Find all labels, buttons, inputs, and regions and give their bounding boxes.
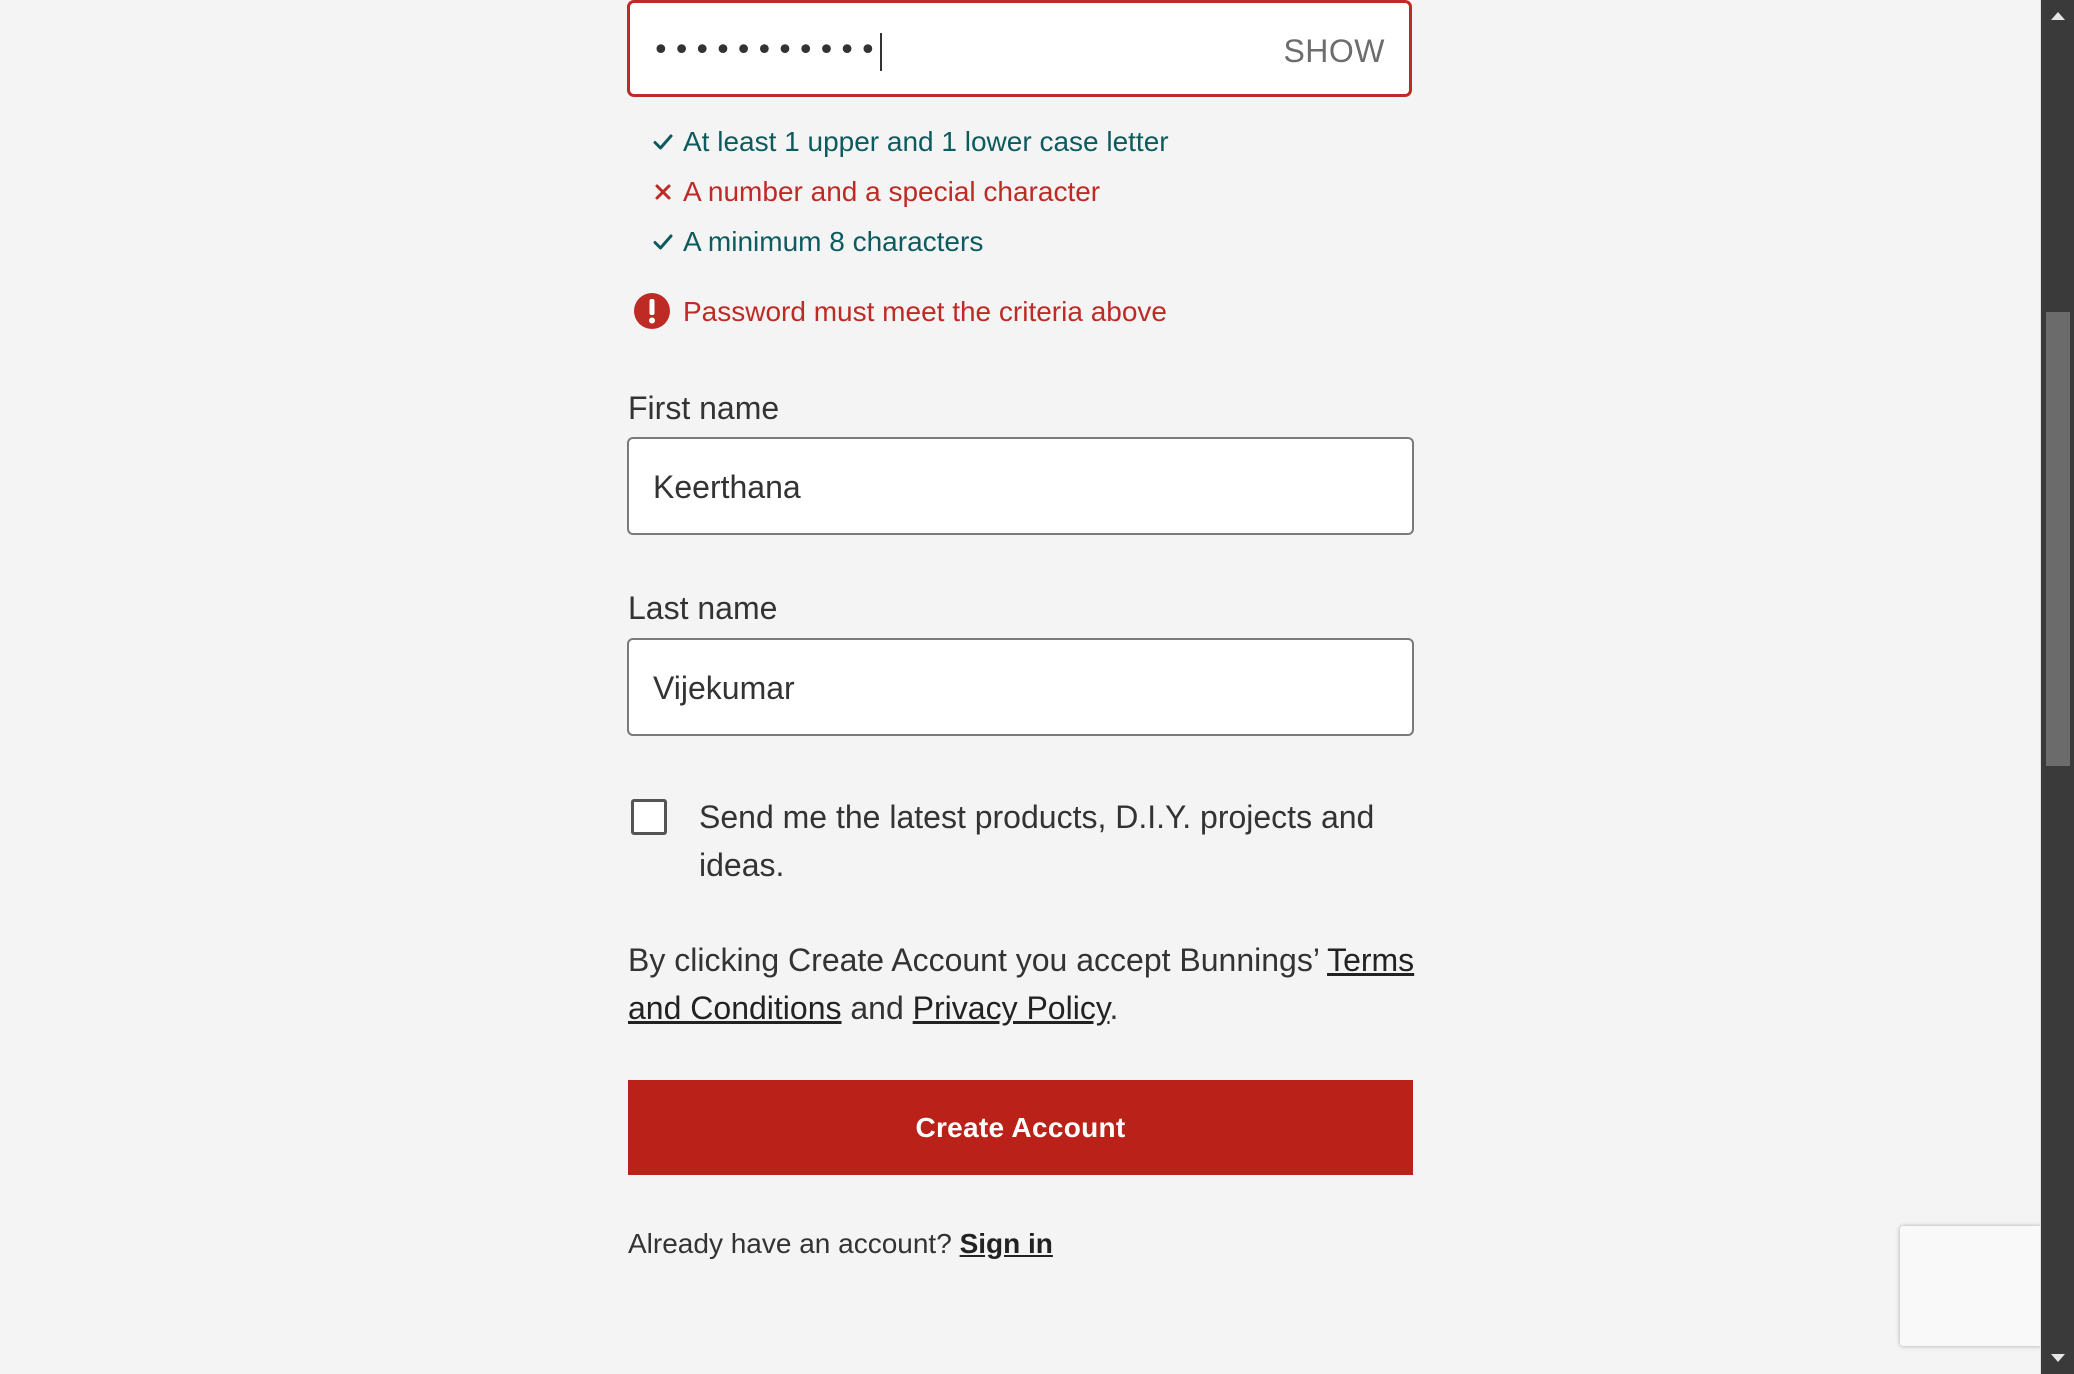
check-icon	[653, 134, 673, 150]
criteria-item: At least 1 upper and 1 lower case letter	[653, 122, 1393, 172]
criteria-text: At least 1 upper and 1 lower case letter	[683, 126, 1169, 157]
criteria-item: A minimum 8 characters	[653, 222, 1393, 272]
password-value: •••••••••••	[652, 29, 882, 73]
criteria-text: A minimum 8 characters	[683, 226, 984, 257]
scroll-down-arrow-icon[interactable]	[2041, 1344, 2074, 1374]
last-name-label: Last name	[628, 590, 778, 626]
create-account-button[interactable]: Create Account	[628, 1080, 1413, 1175]
last-name-field[interactable]: Vijekumar	[627, 638, 1414, 736]
first-name-field[interactable]: Keerthana	[627, 437, 1414, 535]
scroll-up-arrow-icon[interactable]	[2041, 0, 2074, 30]
signin-prompt: Already have an account? Sign in	[628, 1224, 1053, 1264]
password-error-text: Password must meet the criteria above	[683, 296, 1167, 327]
first-name-label: First name	[628, 390, 780, 426]
error-exclamation-icon	[634, 293, 670, 329]
criteria-text: A number and a special character	[683, 176, 1101, 207]
text-caret	[879, 32, 882, 71]
password-field[interactable]: ••••••••••• SHOW	[627, 0, 1412, 97]
terms-middle: and	[841, 990, 913, 1026]
vertical-scrollbar[interactable]	[2040, 0, 2074, 1374]
marketing-opt-in-checkbox[interactable]	[631, 799, 667, 835]
cross-icon	[655, 184, 671, 200]
last-name-value: Vijekumar	[653, 670, 795, 706]
criteria-item: A number and a special character	[653, 172, 1393, 222]
marketing-opt-in-label[interactable]: Send me the latest products, D.I.Y. proj…	[699, 793, 1419, 889]
scrollbar-thumb[interactable]	[2046, 312, 2070, 766]
privacy-policy-link[interactable]: Privacy Policy	[913, 990, 1110, 1026]
page-viewport: ••••••••••• SHOW At least 1 upper and 1 …	[0, 0, 2042, 1374]
terms-prefix: By clicking Create Account you accept Bu…	[628, 942, 1328, 978]
password-criteria-list: At least 1 upper and 1 lower case letter…	[653, 122, 1393, 272]
sign-in-link[interactable]: Sign in	[960, 1228, 1053, 1259]
show-password-button[interactable]: SHOW	[1283, 31, 1385, 71]
terms-suffix: .	[1109, 990, 1119, 1026]
terms-statement: By clicking Create Account you accept Bu…	[628, 936, 1418, 1032]
check-icon	[653, 234, 673, 250]
recaptcha-badge[interactable]	[1900, 1226, 2042, 1346]
first-name-value: Keerthana	[653, 469, 801, 505]
signin-prompt-text: Already have an account?	[628, 1228, 960, 1259]
